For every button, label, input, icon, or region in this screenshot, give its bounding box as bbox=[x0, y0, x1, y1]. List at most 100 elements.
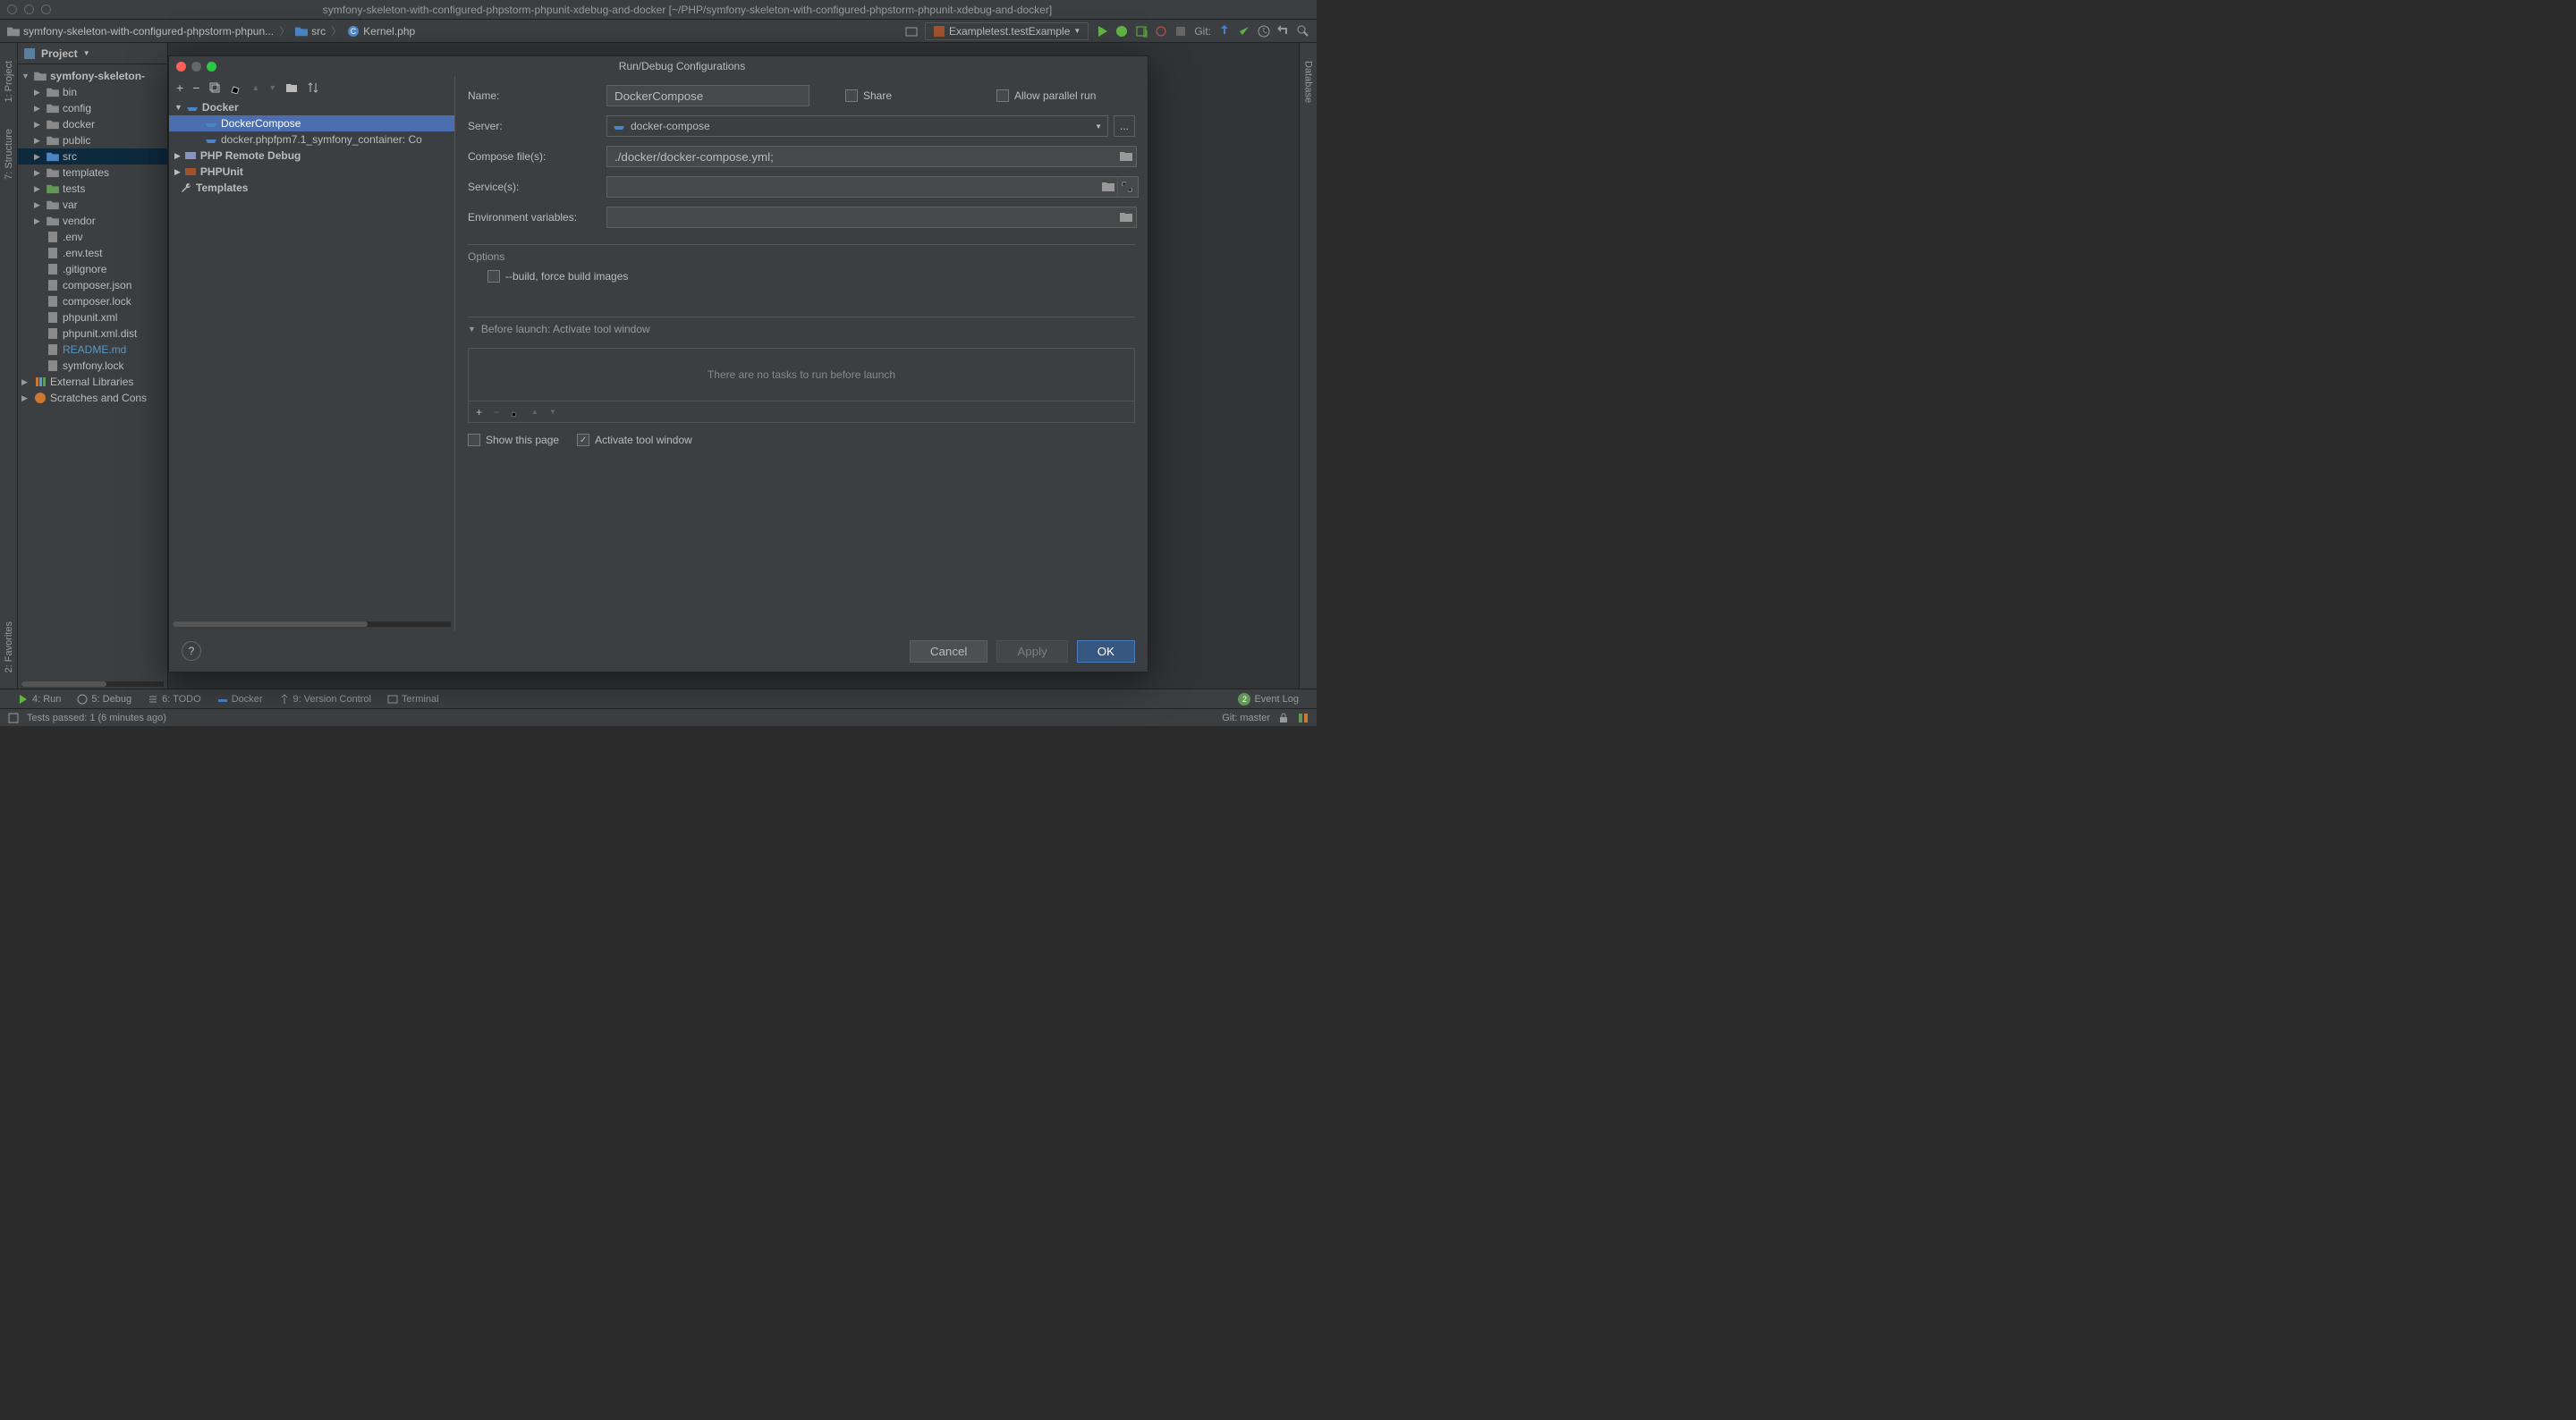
close-icon[interactable] bbox=[176, 62, 186, 72]
cfg-templates[interactable]: Templates bbox=[169, 180, 454, 196]
tree-item[interactable]: composer.json bbox=[18, 277, 167, 293]
tree-item[interactable]: ▶src bbox=[18, 148, 167, 165]
stop-icon[interactable] bbox=[1174, 25, 1187, 38]
run-icon[interactable] bbox=[1096, 25, 1108, 38]
maximize-window-icon[interactable] bbox=[41, 4, 51, 14]
tool-run[interactable]: 4: Run bbox=[18, 694, 61, 705]
expand-icon[interactable] bbox=[1117, 176, 1135, 198]
minimize-window-icon[interactable] bbox=[24, 4, 34, 14]
cfg-scrollbar[interactable] bbox=[173, 621, 451, 627]
coverage-icon[interactable] bbox=[1135, 25, 1148, 38]
cfg-phpunit[interactable]: ▶ PHPUnit bbox=[169, 164, 454, 180]
update-project-icon[interactable] bbox=[1218, 25, 1231, 38]
edit-icon[interactable] bbox=[510, 407, 521, 418]
server-browse-button[interactable]: ... bbox=[1114, 115, 1135, 137]
apply-button[interactable]: Apply bbox=[996, 640, 1067, 663]
add-icon[interactable]: + bbox=[476, 406, 482, 418]
tool-vcs[interactable]: 9: Version Control bbox=[279, 694, 371, 705]
tool-terminal[interactable]: Terminal bbox=[387, 694, 439, 705]
tree-scrollbar[interactable] bbox=[21, 681, 164, 687]
build-checkbox[interactable]: --build, force build images bbox=[487, 270, 1135, 283]
tree-item[interactable]: .env.test bbox=[18, 245, 167, 261]
breadcrumb-folder[interactable]: src bbox=[311, 25, 326, 38]
tree-item[interactable]: composer.lock bbox=[18, 293, 167, 309]
revert-icon[interactable] bbox=[1277, 25, 1290, 38]
status-icon[interactable] bbox=[7, 712, 20, 724]
browse-icon[interactable] bbox=[1117, 207, 1135, 227]
tree-item[interactable]: phpunit.xml bbox=[18, 309, 167, 325]
sort-icon[interactable] bbox=[307, 81, 319, 94]
tree-item[interactable]: ▶public bbox=[18, 132, 167, 148]
server-select[interactable]: docker-compose ▼ bbox=[606, 115, 1108, 137]
tree-item[interactable]: ▶vendor bbox=[18, 213, 167, 229]
maximize-icon[interactable] bbox=[207, 62, 216, 72]
help-button[interactable]: ? bbox=[182, 641, 201, 661]
tool-docker[interactable]: Docker bbox=[217, 694, 263, 705]
tab-structure[interactable]: 7: Structure bbox=[4, 129, 14, 180]
tree-item[interactable]: ▶bin bbox=[18, 84, 167, 100]
remove-icon[interactable]: − bbox=[192, 80, 199, 95]
breadcrumb-file[interactable]: Kernel.php bbox=[363, 25, 415, 38]
tab-favorites[interactable]: 2: Favorites bbox=[4, 621, 14, 672]
tree-item[interactable]: README.md bbox=[18, 342, 167, 358]
tree-item[interactable]: ▶docker bbox=[18, 116, 167, 132]
tree-item[interactable]: ▶tests bbox=[18, 181, 167, 197]
inspector-icon[interactable] bbox=[1297, 712, 1309, 724]
cfg-docker-compose[interactable]: DockerCompose bbox=[169, 115, 454, 131]
search-icon[interactable] bbox=[1297, 25, 1309, 38]
commit-icon[interactable] bbox=[1238, 25, 1250, 38]
tool-debug[interactable]: 5: Debug bbox=[77, 694, 131, 705]
history-icon[interactable] bbox=[1258, 25, 1270, 38]
down-icon[interactable]: ▼ bbox=[549, 408, 556, 416]
tab-database[interactable]: Database bbox=[1303, 61, 1314, 103]
edit-icon[interactable] bbox=[230, 81, 242, 94]
compose-input[interactable] bbox=[606, 146, 1137, 167]
close-window-icon[interactable] bbox=[7, 4, 17, 14]
tree-item[interactable]: symfony.lock bbox=[18, 358, 167, 374]
copy-icon[interactable] bbox=[208, 81, 221, 94]
before-launch-header[interactable]: ▼ Before launch: Activate tool window bbox=[468, 317, 1135, 335]
tree-item[interactable]: ▶config bbox=[18, 100, 167, 116]
browse-icon[interactable] bbox=[1117, 147, 1135, 166]
share-checkbox[interactable]: Share bbox=[845, 89, 984, 102]
run-config-selector[interactable]: Exampletest.testExample ▼ bbox=[925, 22, 1089, 40]
cfg-docker[interactable]: ▼ Docker bbox=[169, 99, 454, 115]
env-input[interactable] bbox=[606, 207, 1137, 228]
folder-icon[interactable] bbox=[285, 81, 298, 94]
git-branch[interactable]: Git: master bbox=[1222, 713, 1270, 723]
activate-tool-checkbox[interactable]: ✓Activate tool window bbox=[577, 434, 692, 446]
parallel-checkbox[interactable]: Allow parallel run bbox=[996, 89, 1135, 102]
scratches[interactable]: ▶ Scratches and Cons bbox=[18, 390, 167, 406]
down-icon[interactable]: ▼ bbox=[268, 83, 276, 92]
cancel-button[interactable]: Cancel bbox=[910, 640, 988, 663]
profile-icon[interactable] bbox=[1155, 25, 1167, 38]
add-icon[interactable]: + bbox=[176, 80, 183, 95]
tree-item[interactable]: .env bbox=[18, 229, 167, 245]
cfg-docker-container[interactable]: docker.phpfpm7.1_symfony_container: Co bbox=[169, 131, 454, 148]
tree-item[interactable]: phpunit.xml.dist bbox=[18, 325, 167, 342]
lock-icon[interactable] bbox=[1277, 712, 1290, 724]
up-icon[interactable]: ▲ bbox=[531, 408, 538, 416]
event-log[interactable]: 2Event Log bbox=[1238, 693, 1299, 706]
build-icon[interactable] bbox=[905, 25, 918, 38]
tab-project[interactable]: 1: Project bbox=[4, 61, 14, 102]
minimize-icon[interactable] bbox=[191, 62, 201, 72]
debug-icon[interactable] bbox=[1115, 25, 1128, 38]
browse-icon[interactable] bbox=[1099, 177, 1117, 197]
chevron-down-icon[interactable]: ▼ bbox=[83, 49, 90, 57]
tree-root[interactable]: ▼ symfony-skeleton- bbox=[18, 68, 167, 84]
breadcrumb-project[interactable]: symfony-skeleton-with-configured-phpstor… bbox=[23, 25, 274, 38]
show-page-checkbox[interactable]: Show this page bbox=[468, 434, 559, 446]
tree-item[interactable]: ▶var bbox=[18, 197, 167, 213]
up-icon[interactable]: ▲ bbox=[251, 83, 259, 92]
tree-item[interactable]: ▶templates bbox=[18, 165, 167, 181]
services-input[interactable] bbox=[606, 176, 1139, 198]
remove-icon[interactable]: − bbox=[493, 406, 499, 418]
tree-item[interactable]: .gitignore bbox=[18, 261, 167, 277]
cfg-php-remote[interactable]: ▶ PHP Remote Debug bbox=[169, 148, 454, 164]
ok-button[interactable]: OK bbox=[1077, 640, 1135, 663]
tool-todo[interactable]: 6: TODO bbox=[148, 694, 201, 705]
external-libraries[interactable]: ▶ External Libraries bbox=[18, 374, 167, 390]
name-input[interactable] bbox=[606, 85, 809, 106]
project-icon bbox=[23, 47, 36, 60]
